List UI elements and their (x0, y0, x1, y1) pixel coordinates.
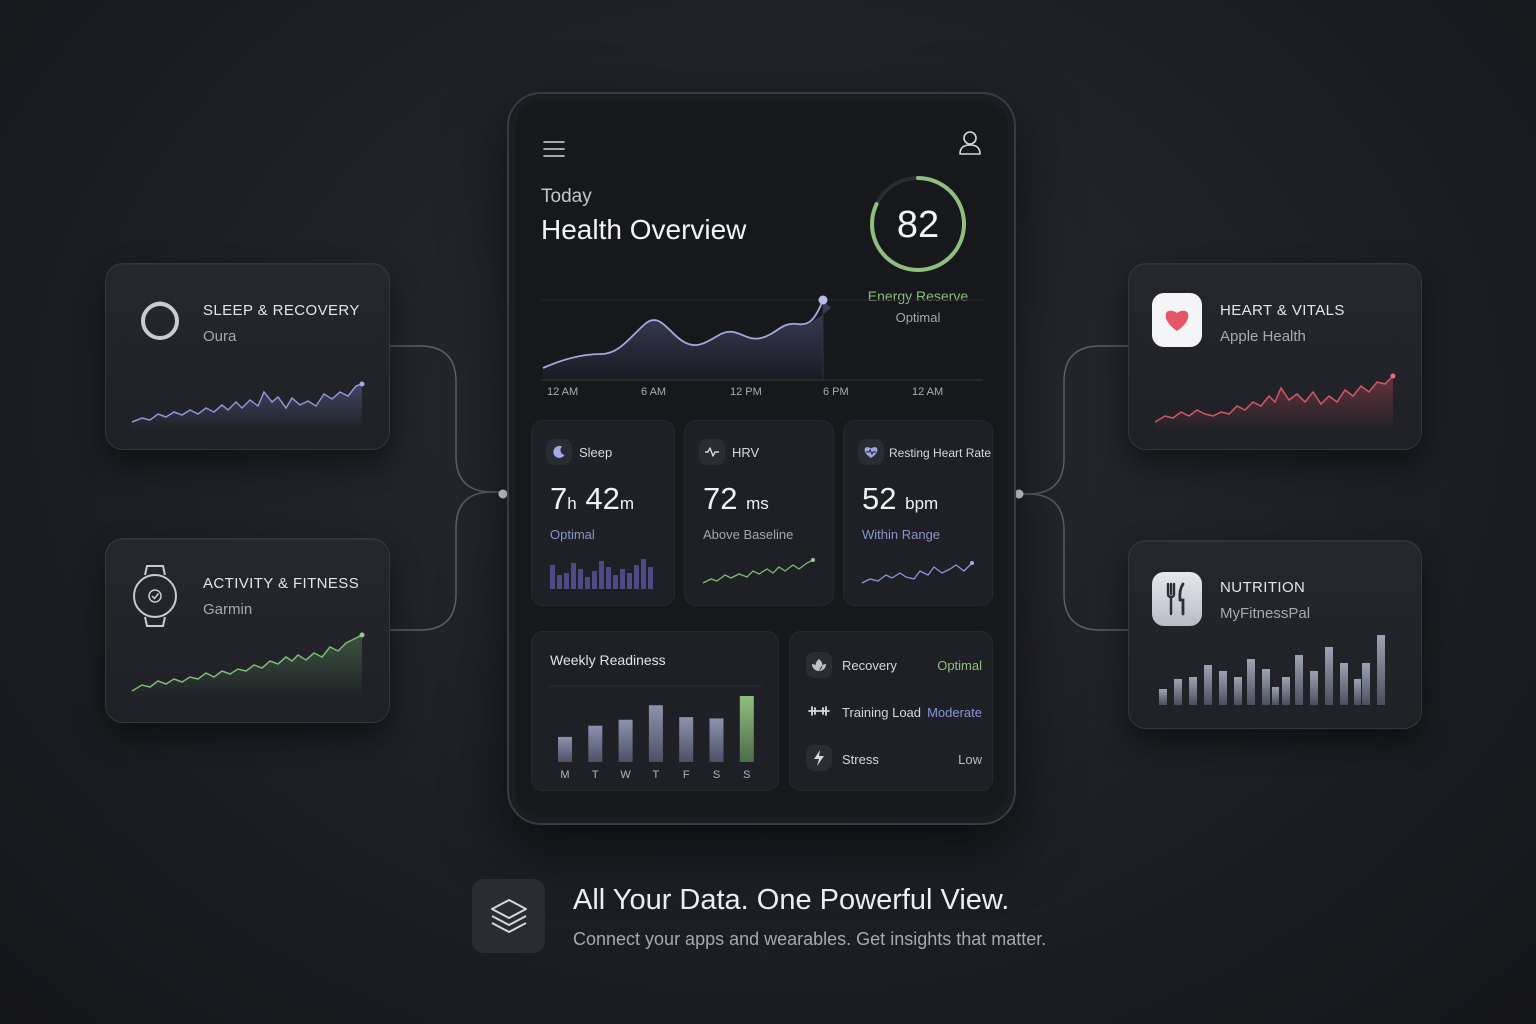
dumbbell-icon (806, 698, 832, 724)
status-row-value: Moderate (927, 705, 982, 720)
source-card-heart[interactable]: HEART & VITALS Apple Health (1128, 263, 1422, 450)
status-list-card: Recovery Optimal Training Load Moderate … (789, 631, 993, 791)
energy-score-value: 82 (896, 204, 940, 246)
source-card-activity[interactable]: ACTIVITY & FITNESS Garmin (105, 538, 390, 723)
source-card-nutrition[interactable]: NUTRITION MyFitnessPal (1128, 540, 1422, 729)
day-label: T (591, 769, 599, 781)
readiness-bar (648, 705, 663, 762)
x-tick: 6 AM (641, 386, 667, 398)
day-label: W (620, 769, 631, 781)
day-label: M (560, 769, 570, 781)
profile-icon[interactable] (958, 130, 982, 156)
footer-headline: All Your Data. One Powerful View. (573, 884, 1010, 916)
sleep-trend-sparkline (131, 381, 365, 430)
x-tick: 12 PM (730, 386, 762, 398)
layers-app-badge (472, 879, 545, 953)
ring-icon (141, 301, 179, 340)
source-title: SLEEP & RECOVERY (203, 302, 360, 319)
page-title: Health Overview (541, 214, 747, 245)
source-title: ACTIVITY & FITNESS (203, 575, 360, 592)
phone-frame: Today Health Overview 82 Energy Reserve … (507, 92, 1016, 825)
x-tick: 12 AM (912, 386, 944, 398)
metric-card-resting-hr[interactable]: Resting Heart Rate 52 bpm Within Range (843, 420, 993, 606)
footer-subline: Connect your apps and wearables. Get ins… (573, 929, 1047, 949)
x-tick: 12 AM (547, 386, 579, 398)
metric-status: Above Baseline (703, 527, 794, 542)
sleep-bars (550, 559, 653, 589)
lightning-icon (806, 745, 832, 771)
hrv-sparkline (702, 558, 815, 584)
status-row-value: Optimal (937, 658, 982, 673)
menu-icon[interactable] (542, 140, 566, 158)
readiness-bar (588, 725, 603, 762)
pulse-icon (699, 439, 725, 465)
weekly-readiness-title: Weekly Readiness (550, 652, 666, 668)
watch-icon (133, 565, 177, 627)
source-card-sleep[interactable]: SLEEP & RECOVERY Oura (105, 263, 390, 450)
day-label: T (652, 769, 660, 781)
readiness-bar (679, 717, 694, 762)
source-app: Garmin (203, 601, 253, 618)
heart-icon (1165, 310, 1189, 331)
status-row-label: Stress (842, 752, 879, 767)
metric-card-sleep[interactable]: Sleep 7h 42m Optimal (531, 420, 675, 606)
resting-hr-sparkline (861, 561, 974, 584)
metric-status: Within Range (862, 527, 941, 542)
metric-status: Optimal (550, 527, 595, 542)
nutrition-bar-chart (1159, 635, 1385, 705)
energy-day-chart (541, 295, 983, 381)
day-label: S (743, 769, 751, 781)
status-row-label: Training Load (842, 705, 922, 720)
source-app: Oura (203, 328, 237, 345)
fork-knife-icon (1166, 582, 1185, 616)
readiness-bar (558, 736, 572, 762)
heart-pulse-icon (858, 439, 884, 465)
leaf-icon (806, 652, 832, 678)
layers-icon (490, 899, 527, 933)
metric-label: Sleep (579, 445, 613, 460)
source-title: HEART & VITALS (1220, 302, 1345, 319)
metric-value: 52 bpm (862, 481, 939, 516)
x-tick: 6 PM (823, 386, 849, 398)
source-title: NUTRITION (1220, 579, 1306, 596)
activity-trend-sparkline (131, 632, 365, 697)
day-label: F (682, 769, 690, 781)
dashboard-screen: Today Health Overview 82 Energy Reserve … (517, 102, 1006, 815)
myfitnesspal-app-icon (1152, 572, 1202, 626)
metric-value: 72 ms (703, 481, 769, 516)
source-app: MyFitnessPal (1220, 605, 1311, 622)
source-app: Apple Health (1220, 328, 1306, 345)
weekly-readiness-card[interactable]: Weekly Readiness M T W T F S S (531, 631, 779, 791)
heart-trend-sparkline (1154, 373, 1396, 432)
weekly-readiness-chart (548, 685, 762, 762)
status-row-value: Low (958, 752, 982, 767)
readiness-bar (618, 719, 633, 762)
metric-card-hrv[interactable]: HRV 72 ms Above Baseline (684, 420, 834, 606)
status-row-label: Recovery (842, 658, 897, 673)
apple-health-app-icon (1152, 293, 1202, 347)
metric-value: 7h 42m (550, 481, 634, 516)
day-label: S (712, 769, 721, 781)
readiness-bar (739, 696, 754, 762)
date-label: Today (541, 186, 592, 207)
moon-icon (546, 439, 572, 465)
metric-label: Resting Heart Rate (889, 446, 992, 460)
readiness-bar (709, 718, 724, 762)
metric-label: HRV (732, 445, 760, 460)
